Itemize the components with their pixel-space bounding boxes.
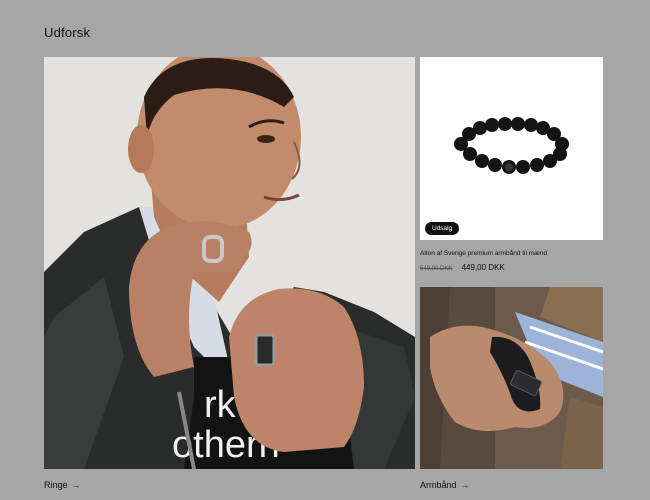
arrow-right-icon: → xyxy=(460,480,470,490)
shirt-print-line1: rk xyxy=(204,384,237,426)
sale-price: 449,00 DKK xyxy=(461,263,505,272)
price-row: 549,00 DKK 449,00 DKK xyxy=(420,263,505,274)
armband-collection-link[interactable]: Armbånd → xyxy=(420,479,470,491)
bracelet-product-image xyxy=(420,57,603,240)
ringe-collection-link[interactable]: Ringe → xyxy=(44,479,81,491)
ringe-label: Ringe xyxy=(44,480,68,490)
ringe-collection-image[interactable]: rk otherh xyxy=(44,57,415,469)
hero-photo: rk otherh xyxy=(44,57,415,469)
armband-photo xyxy=(420,287,603,469)
product-image-link[interactable] xyxy=(420,57,603,240)
section-title: Udforsk xyxy=(44,25,91,40)
regular-price: 549,00 DKK xyxy=(420,266,453,272)
sale-badge: Udsalg xyxy=(425,222,460,235)
product-title-link[interactable]: Alton af Sverige premium armbånd til mæn… xyxy=(420,249,610,259)
ring-black-signet xyxy=(254,333,276,367)
arrow-right-icon: → xyxy=(71,480,81,490)
armband-collection-image[interactable] xyxy=(420,287,603,469)
armband-label: Armbånd xyxy=(420,480,457,490)
